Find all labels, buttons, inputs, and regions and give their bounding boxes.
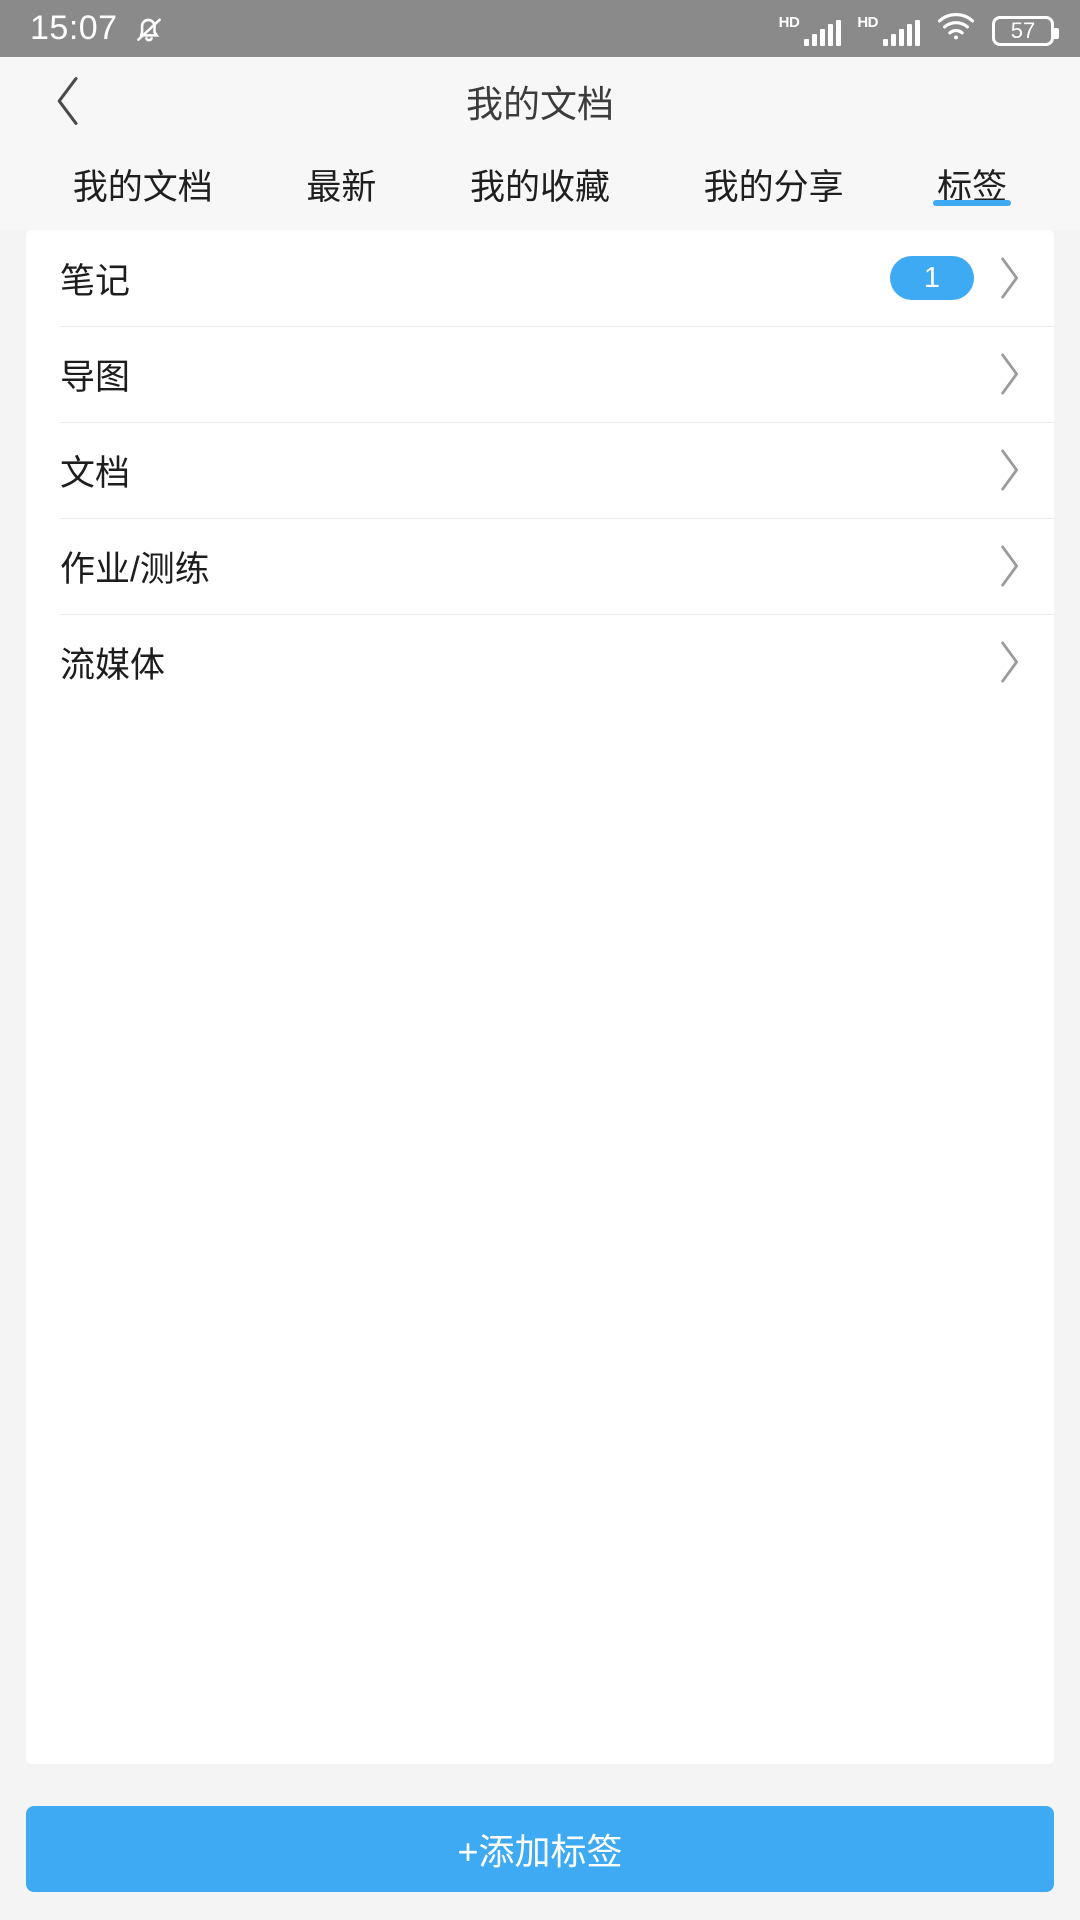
signal-bars-sim2 [883, 20, 920, 46]
tab-label: 我的收藏 [469, 168, 610, 207]
chevron-right-icon [992, 351, 1026, 397]
chevron-right-icon [992, 447, 1026, 493]
page-title: 我的文档 [466, 84, 614, 125]
chevron-right-icon [992, 543, 1026, 589]
tab-label: 最新 [306, 168, 377, 207]
bell-mute-icon [132, 12, 166, 46]
list-item-label: 导图 [60, 357, 131, 397]
app-bar: 我的文档 [0, 57, 1080, 145]
bottom-bar: +添加标签 [0, 1800, 1080, 1920]
signal-bars-sim1 [804, 20, 842, 46]
status-bar-right: HD HD 57 [779, 11, 1059, 46]
list-item-label: 文档 [60, 453, 131, 493]
list-item-streaming[interactable]: 流媒体 [26, 614, 1054, 710]
list-item-mindmap[interactable]: 导图 [26, 326, 1054, 422]
tab-label: 我的分享 [703, 168, 844, 207]
list-item-notes[interactable]: 笔记 1 [26, 230, 1054, 326]
signal-icon-sim2: HD [857, 15, 920, 46]
tab-tags[interactable]: 标签 [890, 145, 1054, 210]
add-tag-button[interactable]: +添加标签 [26, 1806, 1054, 1892]
back-button[interactable] [24, 57, 114, 145]
list-item-label: 流媒体 [60, 645, 166, 685]
tag-list: 笔记 1 导图 文档 作业/测练 流媒体 [26, 230, 1054, 1764]
count-badge: 1 [890, 256, 974, 300]
chevron-right-icon [992, 255, 1026, 301]
hd-label-sim1: HD [778, 14, 800, 31]
hd-label-sim2: HD [857, 14, 878, 31]
tab-latest[interactable]: 最新 [260, 145, 424, 210]
chevron-right-icon [992, 639, 1026, 685]
signal-icon-sim1: HD [779, 15, 842, 46]
battery-icon: 57 [992, 16, 1059, 46]
back-chevron-icon [52, 73, 86, 129]
status-bar: 15:07 HD HD 57 [0, 0, 1080, 57]
list-item-document[interactable]: 文档 [26, 422, 1054, 518]
tab-my-documents[interactable]: 我的文档 [26, 145, 260, 210]
status-bar-left: 15:07 [30, 9, 166, 48]
active-tab-indicator [933, 200, 1012, 206]
content-area: 笔记 1 导图 文档 作业/测练 流媒体 [0, 230, 1080, 1920]
tab-label: 我的文档 [72, 168, 213, 207]
list-item-homework[interactable]: 作业/测练 [26, 518, 1054, 614]
status-time: 15:07 [30, 9, 118, 47]
battery-level: 57 [1010, 18, 1036, 43]
list-item-label: 作业/测练 [60, 549, 210, 589]
tab-my-shares[interactable]: 我的分享 [657, 145, 891, 210]
wifi-icon [936, 11, 976, 46]
tab-my-favorites[interactable]: 我的收藏 [423, 145, 657, 210]
list-item-label: 笔记 [60, 261, 131, 301]
tab-bar: 我的文档 最新 我的收藏 我的分享 标签 [0, 145, 1080, 230]
